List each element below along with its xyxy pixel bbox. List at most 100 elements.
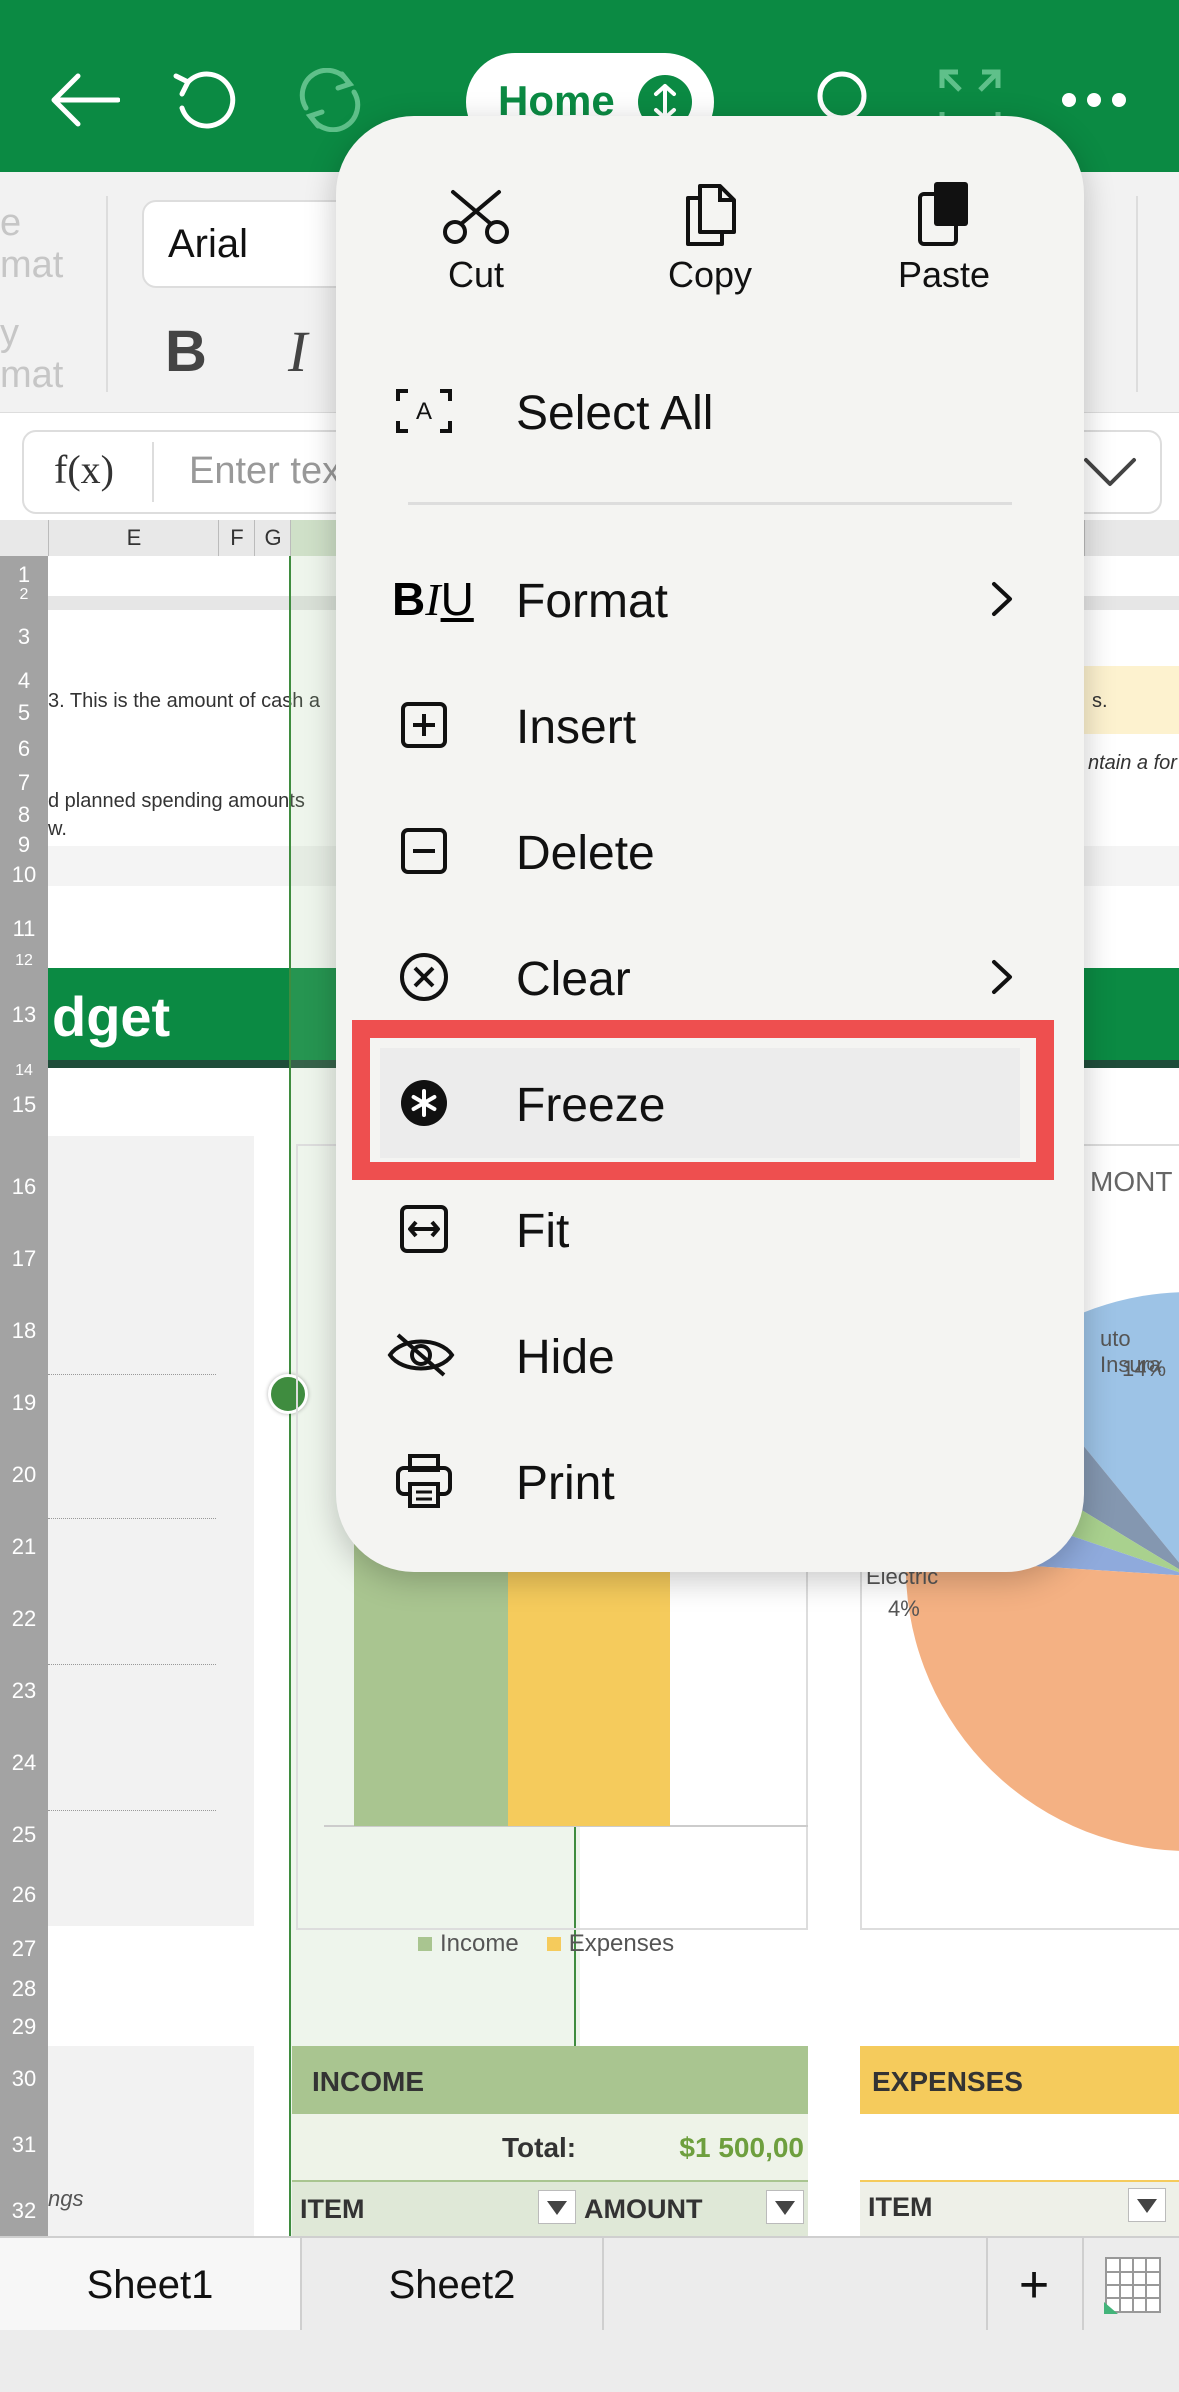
ribbon-ghost-text: e [0,202,22,244]
row-number[interactable]: 10 [0,862,48,888]
row-number[interactable]: 21 [0,1534,48,1560]
printer-icon [394,1454,454,1508]
row-number[interactable]: 31 [0,2132,48,2158]
scissors-icon [416,166,536,246]
expenses-header: EXPENSES [860,2046,1179,2114]
copy-button[interactable]: Copy [640,166,780,296]
row-number[interactable]: 29 [0,2014,48,2040]
row-number[interactable]: 28 [0,1976,48,2002]
row-number[interactable]: 16 [0,1174,48,1200]
format-label: Format [516,575,669,628]
menu-item-print[interactable]: Print [336,1426,1084,1536]
column-header-cell[interactable]: E [48,520,219,556]
copy-icon [640,166,780,246]
grid-view-icon[interactable] [1082,2238,1179,2332]
freeze-highlight [352,1020,1054,1180]
total-label: Total: [502,2132,577,2163]
row-number[interactable]: 17 [0,1246,48,1272]
row-number[interactable]: 24 [0,1750,48,1776]
budget-title: dget [52,985,171,1048]
row-number[interactable]: 20 [0,1462,48,1488]
row-number[interactable]: 27 [0,1936,48,1962]
income-column-headers: ITEM AMOUNT [292,2180,808,2236]
hide-label: Hide [516,1331,615,1384]
row-number[interactable]: 4 [0,668,48,694]
menu-separator [408,502,1012,505]
note-text: ntain a for [1088,752,1177,774]
hide-eye-icon [386,1330,456,1380]
column-header-cell[interactable]: G [254,520,291,556]
fit-icon [394,1204,454,1254]
row-number[interactable]: 23 [0,1678,48,1704]
undo-icon[interactable] [166,60,246,140]
row-number[interactable]: 7 [0,770,48,796]
row-number[interactable]: 25 [0,1822,48,1848]
note-text: d planned spending amounts [48,790,305,812]
select-all-corner[interactable] [0,520,48,556]
note-text: w. [48,818,67,840]
paste-icon [874,166,1014,246]
select-all-icon: A [394,386,454,436]
redo-icon[interactable] [290,60,370,140]
row-number[interactable]: 1 [0,562,48,588]
chevron-down-icon[interactable] [1082,446,1138,501]
menu-item-hide[interactable]: Hide [336,1300,1084,1410]
more-icon[interactable] [1054,60,1134,140]
menu-item-fit[interactable]: Fit [336,1174,1084,1284]
pie-chart-title: MONT [1090,1166,1173,1197]
menu-item-insert[interactable]: Insert [336,670,1084,780]
row-number[interactable]: 12 [0,952,48,970]
item-header-2: ITEM [868,2192,933,2222]
row-number[interactable]: 30 [0,2066,48,2092]
filter-dropdown-icon[interactable] [766,2190,804,2224]
column-header-cell[interactable] [1084,520,1179,556]
row-number[interactable]: 9 [0,832,48,858]
row-number[interactable]: 5 [0,700,48,726]
function-icon[interactable]: f(x) [54,446,114,493]
delete-label: Delete [516,827,655,880]
menu-item-delete[interactable]: Delete [336,796,1084,906]
column-header-cell[interactable]: F [218,520,255,556]
row-number[interactable]: 15 [0,1092,48,1118]
sheet-tab[interactable]: Sheet1 [0,2238,302,2332]
note-text: 3. This is the amount of cash a [48,690,321,712]
select-all-item[interactable]: A Select All [336,356,1084,466]
select-all-label: Select All [516,387,714,440]
menu-item-format[interactable]: BIU Format [336,544,1084,654]
row-number[interactable]: 19 [0,1390,48,1416]
row-number[interactable]: 3 [0,624,48,650]
income-header: INCOME [292,2046,808,2114]
menu-item-clear[interactable]: Clear [336,922,1084,1032]
row-number[interactable]: 11 [0,916,48,942]
sheet-tab[interactable]: Sheet2 [302,2238,604,2332]
context-menu: Cut Copy Paste A Select All BIU Format I… [336,116,1084,1572]
row-number[interactable]: 8 [0,802,48,828]
legend-income: Income [440,1930,519,1957]
filter-dropdown-icon[interactable] [538,2190,576,2224]
row-number[interactable]: 14 [0,1062,48,1080]
ribbon-ghost-text: mat [0,354,64,396]
filter-dropdown-icon[interactable] [1128,2188,1166,2222]
italic-button[interactable]: I [288,318,307,385]
paste-button[interactable]: Paste [874,166,1014,296]
row-number[interactable]: 13 [0,1002,48,1028]
column-header-selected[interactable] [290,520,341,556]
chevron-right-icon [990,580,1014,623]
bottom-strip [0,2330,1179,2392]
row-number[interactable]: 32 [0,2198,48,2224]
fit-label: Fit [516,1205,570,1258]
row-number[interactable]: 22 [0,1606,48,1632]
row-number[interactable]: 18 [0,1318,48,1344]
bold-button[interactable]: B [165,318,207,385]
add-sheet-button[interactable]: + [986,2238,1080,2332]
formula-input[interactable]: Enter tex [189,450,341,493]
row-number[interactable]: 2 [0,586,48,604]
row-header: 1 2 3 4 5 6 7 8 9 10 11 12 13 14 15 16 1… [0,556,48,2236]
back-arrow-icon[interactable] [44,60,124,140]
insert-label: Insert [516,701,637,754]
cut-button[interactable]: Cut [416,166,536,296]
row-number[interactable]: 6 [0,736,48,762]
row-number[interactable]: 26 [0,1882,48,1908]
format-biu-icon: BIU [392,573,474,625]
total-value: $1 500,00 [679,2132,804,2163]
